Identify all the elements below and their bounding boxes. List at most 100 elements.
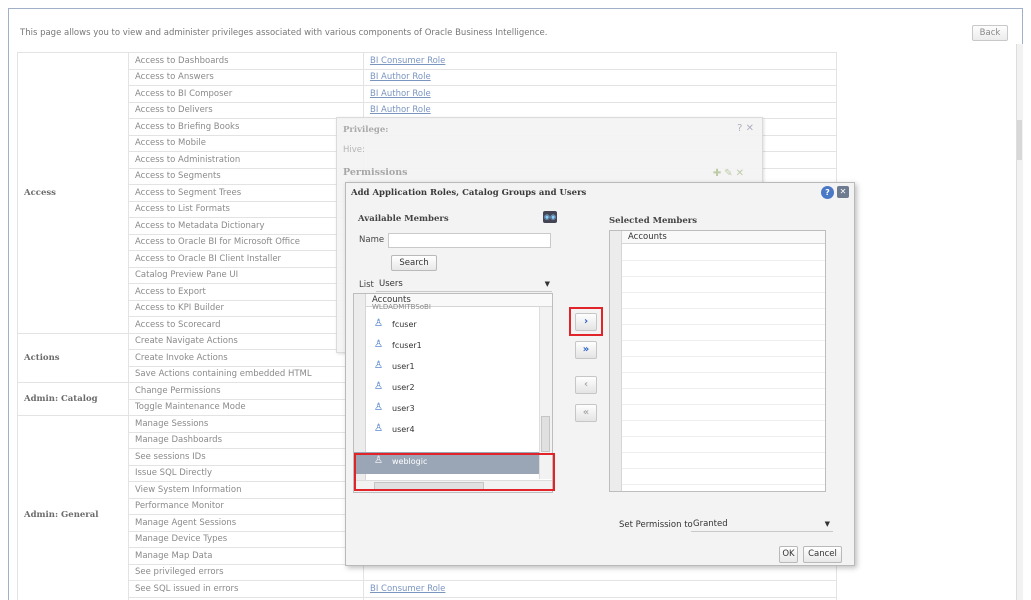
permission-link[interactable]: BI Consumer Role [363,52,837,70]
chevron-down-icon: ▼ [824,520,830,528]
table-row: See privileged errors [18,563,837,581]
help-close-icons: ? ✕ [737,123,754,134]
privilege-cell: Create Navigate Actions [128,332,364,350]
list-label: List [359,280,374,290]
selected-row-divider [622,308,825,309]
ok-button[interactable]: OK [779,546,798,563]
user-icon: ♙ [374,339,383,350]
privilege-cell: See sessions IDs [128,448,364,466]
permission-link[interactable]: BI Consumer Role [363,580,837,598]
close-icon[interactable]: ✕ [746,123,754,134]
privilege-cell: Access to Metadata Dictionary [128,217,364,235]
privilege-cell: Manage Agent Sessions [128,514,364,532]
user-name: fcuser [392,320,417,329]
privilege-cell: Access to BI Composer [128,85,364,103]
table-row: Access Access to Dashboards BI Consumer Ro… [17,52,837,334]
privilege-cell: Access to Delivers [128,101,364,119]
name-input[interactable] [388,233,551,248]
set-permission-select[interactable]: Granted ▼ [691,517,833,532]
cancel-button[interactable]: Cancel [803,546,842,563]
help-icon[interactable]: ? [737,123,742,134]
add-members-dialog: Add Application Roles, Catalog Groups an… [345,182,855,566]
selected-members-list: Accounts [609,230,826,492]
search-button[interactable]: Search [391,255,437,271]
privilege-cell: Manage Device Types [128,530,364,548]
page-intro-text: This page allows you to view and adminis… [20,28,548,38]
user-icon: ♙ [374,360,383,371]
privilege-label: Privilege: [343,125,389,135]
selected-row-divider [622,372,825,373]
permission-toolbar: ✚✎✕ [713,168,747,179]
add-icon[interactable]: ✚ [713,168,724,179]
hive-label: Hive: [343,145,365,155]
selected-row-divider [622,436,825,437]
permission-link[interactable]: BI Author Role [363,68,837,86]
selected-row-divider [622,388,825,389]
highlight-weblogic [354,453,555,491]
privilege-cell: Manage Map Data [128,547,364,565]
privilege-cell: Access to Mobile [128,134,364,152]
selected-accounts-header: Accounts [622,231,825,244]
selected-row-divider [622,452,825,453]
privilege-cell: Access to Answers [128,68,364,86]
list-item-cut: WLDADMITBSoBI [372,303,431,311]
selected-row-divider [622,468,825,469]
user-name: fcuser1 [392,341,422,350]
permission-link[interactable] [363,563,837,581]
move-left-button[interactable]: ‹ [575,376,597,394]
help-icon[interactable]: ? [821,186,834,199]
privilege-cell: Manage Sessions [128,415,364,433]
selected-row-selector [610,231,622,491]
privilege-cell: Access to Administration [128,151,364,169]
category-cell: Admin: General [17,415,129,600]
binoculars-icon[interactable]: ◉◉ [543,211,557,223]
dialog-title: Add Application Roles, Catalog Groups an… [351,188,587,198]
permissions-label: Permissions [343,167,408,178]
edit-icon[interactable]: ✎ [724,168,735,179]
highlight-move-right [569,307,603,336]
move-all-left-button[interactable]: « [575,404,597,422]
selected-members-heading: Selected Members [609,216,698,226]
selected-row-divider [622,260,825,261]
close-icon[interactable]: ✕ [837,186,849,198]
privilege-cell: Change Permissions [128,382,364,400]
list-item[interactable]: ♙ fcuser1 [366,336,546,357]
table-row: See SQL issued in errors BI Consumer Role [18,580,837,598]
user-icon: ♙ [374,423,383,434]
delete-icon[interactable]: ✕ [736,168,747,179]
user-name: user3 [392,404,415,413]
list-vertical-scroll-thumb[interactable] [541,416,550,452]
user-icon: ♙ [374,381,383,392]
privilege-cell: Access to Segments [128,167,364,185]
privilege-cell: Access to KPI Builder [128,299,364,317]
set-permission-value: Granted [693,519,728,529]
privilege-cell: View System Information [128,481,364,499]
privilege-cell: Access to Oracle BI Client Installer [128,250,364,268]
list-item[interactable]: ♙ fcuser [366,315,546,336]
privilege-cell: See SQL issued in errors [128,580,364,598]
privilege-cell: Access to Briefing Books [128,118,364,136]
list-item[interactable]: ♙ user1 [366,357,546,378]
category-cell: Access [17,52,129,334]
user-name: user1 [392,362,415,371]
name-label: Name [359,235,385,245]
page-scroll-thumb[interactable] [1017,120,1022,160]
selected-row-divider [622,292,825,293]
permission-link[interactable]: BI Author Role [363,85,837,103]
privilege-cell: Save Actions containing embedded HTML [128,365,364,383]
privilege-cell: Manage Dashboards [128,431,364,449]
selected-row-divider [622,340,825,341]
table-row: Access to BI Composer BI Author Role [18,85,837,103]
user-name: user4 [392,425,415,434]
selected-row-divider [622,324,825,325]
privilege-cell: Access to Export [128,283,364,301]
privilege-cell: Access to List Formats [128,200,364,218]
list-item[interactable]: ♙ user2 [366,378,546,399]
back-button[interactable]: Back [972,25,1008,41]
move-all-right-button[interactable]: » [575,341,597,359]
privilege-cell: Access to Scorecard [128,316,364,334]
list-select[interactable]: Users ▼ [376,277,552,292]
selected-row-divider [622,484,825,485]
list-item[interactable]: ♙ user3 [366,399,546,420]
list-item[interactable]: ♙ user4 [366,420,546,441]
